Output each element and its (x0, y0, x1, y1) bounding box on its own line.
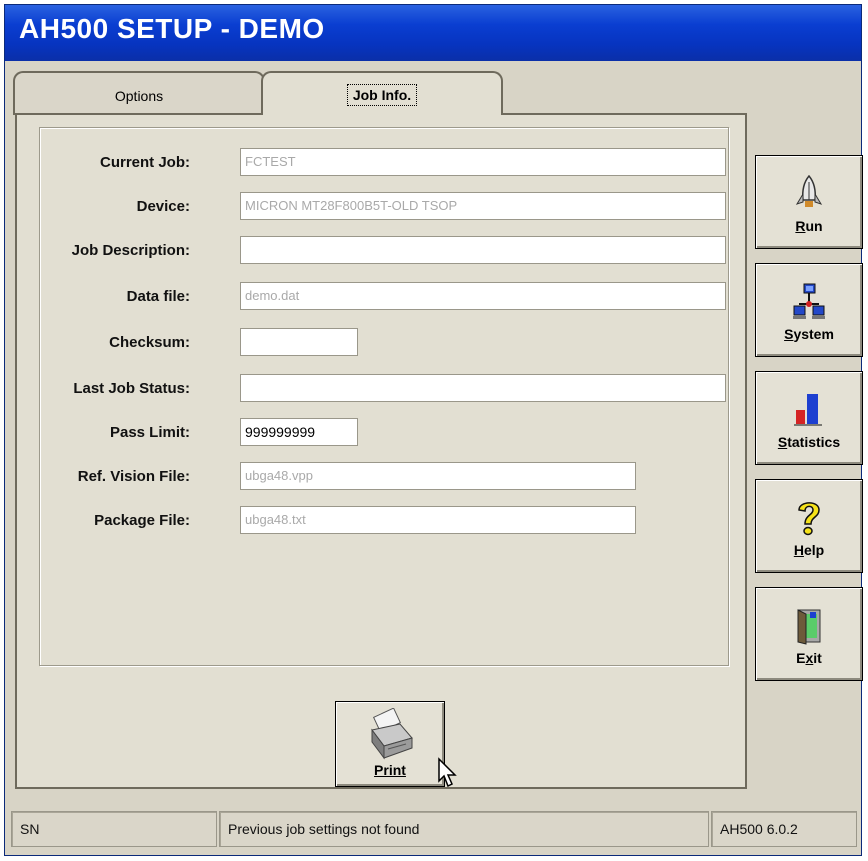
status-message: Previous job settings not found (219, 811, 709, 847)
ref-vision-file-label: Ref. Vision File: (77, 468, 190, 485)
status-version: AH500 6.0.2 (711, 811, 857, 847)
window-title: AH500 SETUP - DEMO (19, 13, 325, 44)
checksum-field[interactable] (240, 328, 358, 356)
status-bar: SN Previous job settings not found AH500… (5, 793, 861, 855)
help-button[interactable]: Help (755, 479, 863, 573)
printer-icon (371, 708, 413, 760)
data-file-field: demo.dat (240, 282, 726, 310)
status-sn: SN (11, 811, 217, 847)
system-button[interactable]: System (755, 263, 863, 357)
current-job-label: Current Job: (100, 154, 190, 171)
checksum-label: Checksum: (109, 334, 190, 351)
mouse-cursor-icon (438, 757, 457, 788)
statistics-button[interactable]: Statistics (755, 371, 863, 465)
device-label: Device: (136, 198, 190, 215)
run-button-label: Run (795, 218, 823, 234)
bar-chart-icon (794, 394, 822, 426)
print-button[interactable]: Print (335, 701, 445, 787)
pass-limit-field[interactable]: 999999999 (240, 418, 358, 446)
question-icon (798, 502, 820, 536)
system-button-label: System (784, 326, 834, 342)
tab-options-label: Options (114, 88, 164, 104)
exit-button-label: Exit (796, 650, 822, 666)
ref-vision-file-field: ubga48.vpp (240, 462, 636, 490)
data-file-label: Data file: (126, 288, 190, 305)
pass-limit-label: Pass Limit: (109, 424, 190, 441)
package-file-label: Package File: (94, 512, 190, 529)
door-exit-icon (797, 609, 821, 645)
statistics-button-label: Statistics (777, 434, 841, 450)
help-button-label: Help (793, 542, 825, 558)
package-file-field: ubga48.txt (240, 506, 636, 534)
job-description-label: Job Description: (71, 242, 190, 259)
job-description-field[interactable] (240, 236, 726, 264)
job-info-panel: Current Job: FCTEST Device: MICRON MT28F… (15, 113, 747, 789)
tab-job-info-label: Job Info. (346, 84, 418, 106)
device-field: MICRON MT28F800B5T-OLD TSOP (240, 192, 726, 220)
current-job-field: FCTEST (240, 148, 726, 176)
tab-options[interactable]: Options (13, 71, 265, 115)
tab-job-info[interactable]: Job Info. (261, 71, 503, 115)
job-info-group: Current Job: FCTEST Device: MICRON MT28F… (39, 127, 729, 666)
run-button[interactable]: Run (755, 155, 863, 249)
print-button-label: Print (374, 762, 406, 778)
network-icon (793, 283, 825, 319)
last-job-status-field[interactable] (240, 374, 726, 402)
app-window: AH500 SETUP - DEMO Options Job Info. Cur… (4, 4, 863, 856)
exit-button[interactable]: Exit (755, 587, 863, 681)
title-bar[interactable]: AH500 SETUP - DEMO (5, 5, 861, 61)
rocket-icon (795, 174, 823, 207)
last-job-status-label: Last Job Status: (73, 380, 190, 397)
